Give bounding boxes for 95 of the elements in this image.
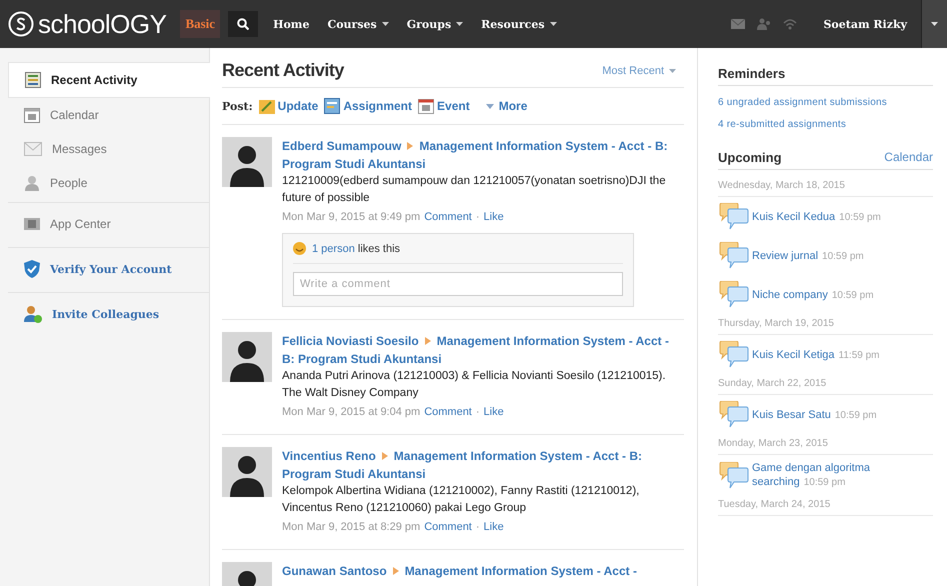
reminder-link[interactable]: 4 re-submitted assignments [718,114,933,136]
date-heading: Wednesday, March 18, 2015 [718,176,933,197]
nav-link[interactable]: Courses [327,18,389,30]
caret-icon [486,104,494,108]
smiley-icon [293,242,306,255]
like-link[interactable]: Like [484,402,504,422]
search-icon [237,18,250,30]
speech-bubbles-icon [718,341,750,369]
envelope-icon [731,19,746,29]
sidebar-item[interactable]: App Center [8,202,209,245]
sidebar-item[interactable]: Invite Colleagues [8,292,209,335]
signal-icon [783,18,798,30]
upcoming-item[interactable]: Kuis Kecil Kedua 10:59 pm [752,210,881,224]
timestamp: Mon Mar 9, 2015 at 9:49 pm [282,210,420,225]
sidebar-item[interactable]: Messages [8,132,209,166]
post-type-link[interactable]: Update [258,98,318,114]
s-circle-icon [8,11,34,37]
people-icon [757,18,772,30]
nav-link[interactable]: Groups [406,18,464,30]
arrow-icon [424,337,431,345]
section-heading: Upcoming [718,150,782,165]
arrow-icon [382,452,388,460]
comment-link[interactable]: Comment [424,207,472,227]
comment-field[interactable]: Write a comment [293,272,623,296]
post-type-link[interactable]: Event [418,98,470,114]
sidebar-item[interactable]: Calendar [8,98,209,132]
arrow-icon [392,567,399,575]
reminder-link[interactable]: 6 ungraded assignment submissions [718,92,933,114]
sidebar-item[interactable]: Recent Activity [8,62,210,98]
date-heading: Thursday, March 19, 2015 [718,314,933,335]
post-type-link[interactable]: More [486,99,528,113]
post-heading[interactable]: Vincentius Reno Management Information System - Acct - B: Program Studi Akuntansi [282,447,684,483]
person-add-icon [24,305,42,323]
shield-check-icon [24,260,40,278]
speech-bubbles-icon [718,401,750,429]
upcoming-item[interactable]: Kuis Kecil Ketiga 11:59 pm [752,348,880,362]
comment-link[interactable]: Comment [424,517,472,537]
sort-dropdown[interactable]: Most Recent [602,64,676,76]
likes-text: 1 person likes this [312,242,400,254]
post-heading[interactable]: Gunawan Santoso Management Information System - Acct - [282,562,684,580]
avatar-silhouette-icon [222,332,272,382]
logo[interactable]: schoolOGY [8,8,166,40]
nav-link[interactable]: Home [273,18,310,30]
timestamp: Mon Mar 9, 2015 at 8:29 pm [282,520,420,535]
user-name[interactable]: Soetam Rizky [823,18,907,30]
date-heading: Monday, March 23, 2015 [718,434,933,455]
calendar-icon [24,107,40,123]
envelope-icon [24,142,42,156]
section-heading: Reminders [718,66,933,86]
speech-bubbles-icon [718,242,750,270]
post-text: 121210009(edberd sumampouw dan 121210057(yonatan soetrisno)DJI the future of possible [282,174,667,206]
like-link[interactable]: Like [484,207,504,227]
app-grid-icon [24,216,40,232]
upcoming-item[interactable]: Niche company 10:59 pm [752,288,874,302]
separator-dot: · [476,520,480,535]
page-title: Recent Activity [222,60,344,81]
calendar-link[interactable]: Calendar [884,150,933,165]
post-heading[interactable]: Fellicia Noviasti Soesilo Management Information System - Acct - B: Program Studi Akuntansi [282,332,684,368]
date-heading: Sunday, March 22, 2015 [718,374,933,395]
post-label: Post: [222,100,253,112]
search-button[interactable] [228,11,258,37]
comment-link[interactable]: Comment [424,402,472,422]
speech-bubbles-icon [718,203,750,231]
separator-dot: · [476,210,480,225]
post-text: Kelompok Albertina Widiana (121210002), Fanny Rastiti (121210012), Vincentus Reno (121210060) pakai Lego Group [282,484,640,516]
sidebar-item[interactable]: Verify Your Account [8,247,209,290]
arrow-icon [407,142,414,150]
caret-icon [550,22,557,26]
post-type-link[interactable]: Assignment [324,98,412,114]
avatar-silhouette-icon [222,137,272,187]
separator-dot: · [476,405,480,420]
upcoming-item[interactable]: Game dengan algoritma searching 10:59 pm [752,461,902,490]
list-icon [25,72,41,88]
upcoming-item[interactable]: Review jurnal 10:59 pm [752,248,864,264]
plan-badge: Basic [180,10,220,38]
caret-icon [456,22,464,26]
calendar-icon [418,98,434,114]
avatar-silhouette-icon [222,447,272,497]
upcoming-item[interactable]: Kuis Besar Satu 10:59 pm [752,408,877,422]
person-icon [24,175,40,191]
likers-link[interactable]: 1 person [312,242,355,254]
post-heading[interactable]: Edberd Sumampouw Management Information System - Acct - B: Program Studi Akuntansi [282,137,684,173]
post-text: Ananda Putri Arinova (121210003) & Fellicia Novianti Soesilo (121210015). The Walt Disney Company [282,369,667,401]
caret-icon [669,68,676,72]
speech-bubbles-icon [718,281,750,309]
caret-icon [931,22,938,26]
like-link[interactable]: Like [484,517,504,537]
document-icon [324,98,340,114]
speech-bubbles-icon [718,462,750,490]
caret-icon [382,22,389,26]
nav-link[interactable]: Resources [481,18,557,30]
date-heading: Tuesday, March 24, 2015 [718,495,933,516]
pencil-note-icon [258,98,275,114]
timestamp: Mon Mar 9, 2015 at 9:04 pm [282,405,420,420]
sidebar-item[interactable]: People [8,166,209,200]
